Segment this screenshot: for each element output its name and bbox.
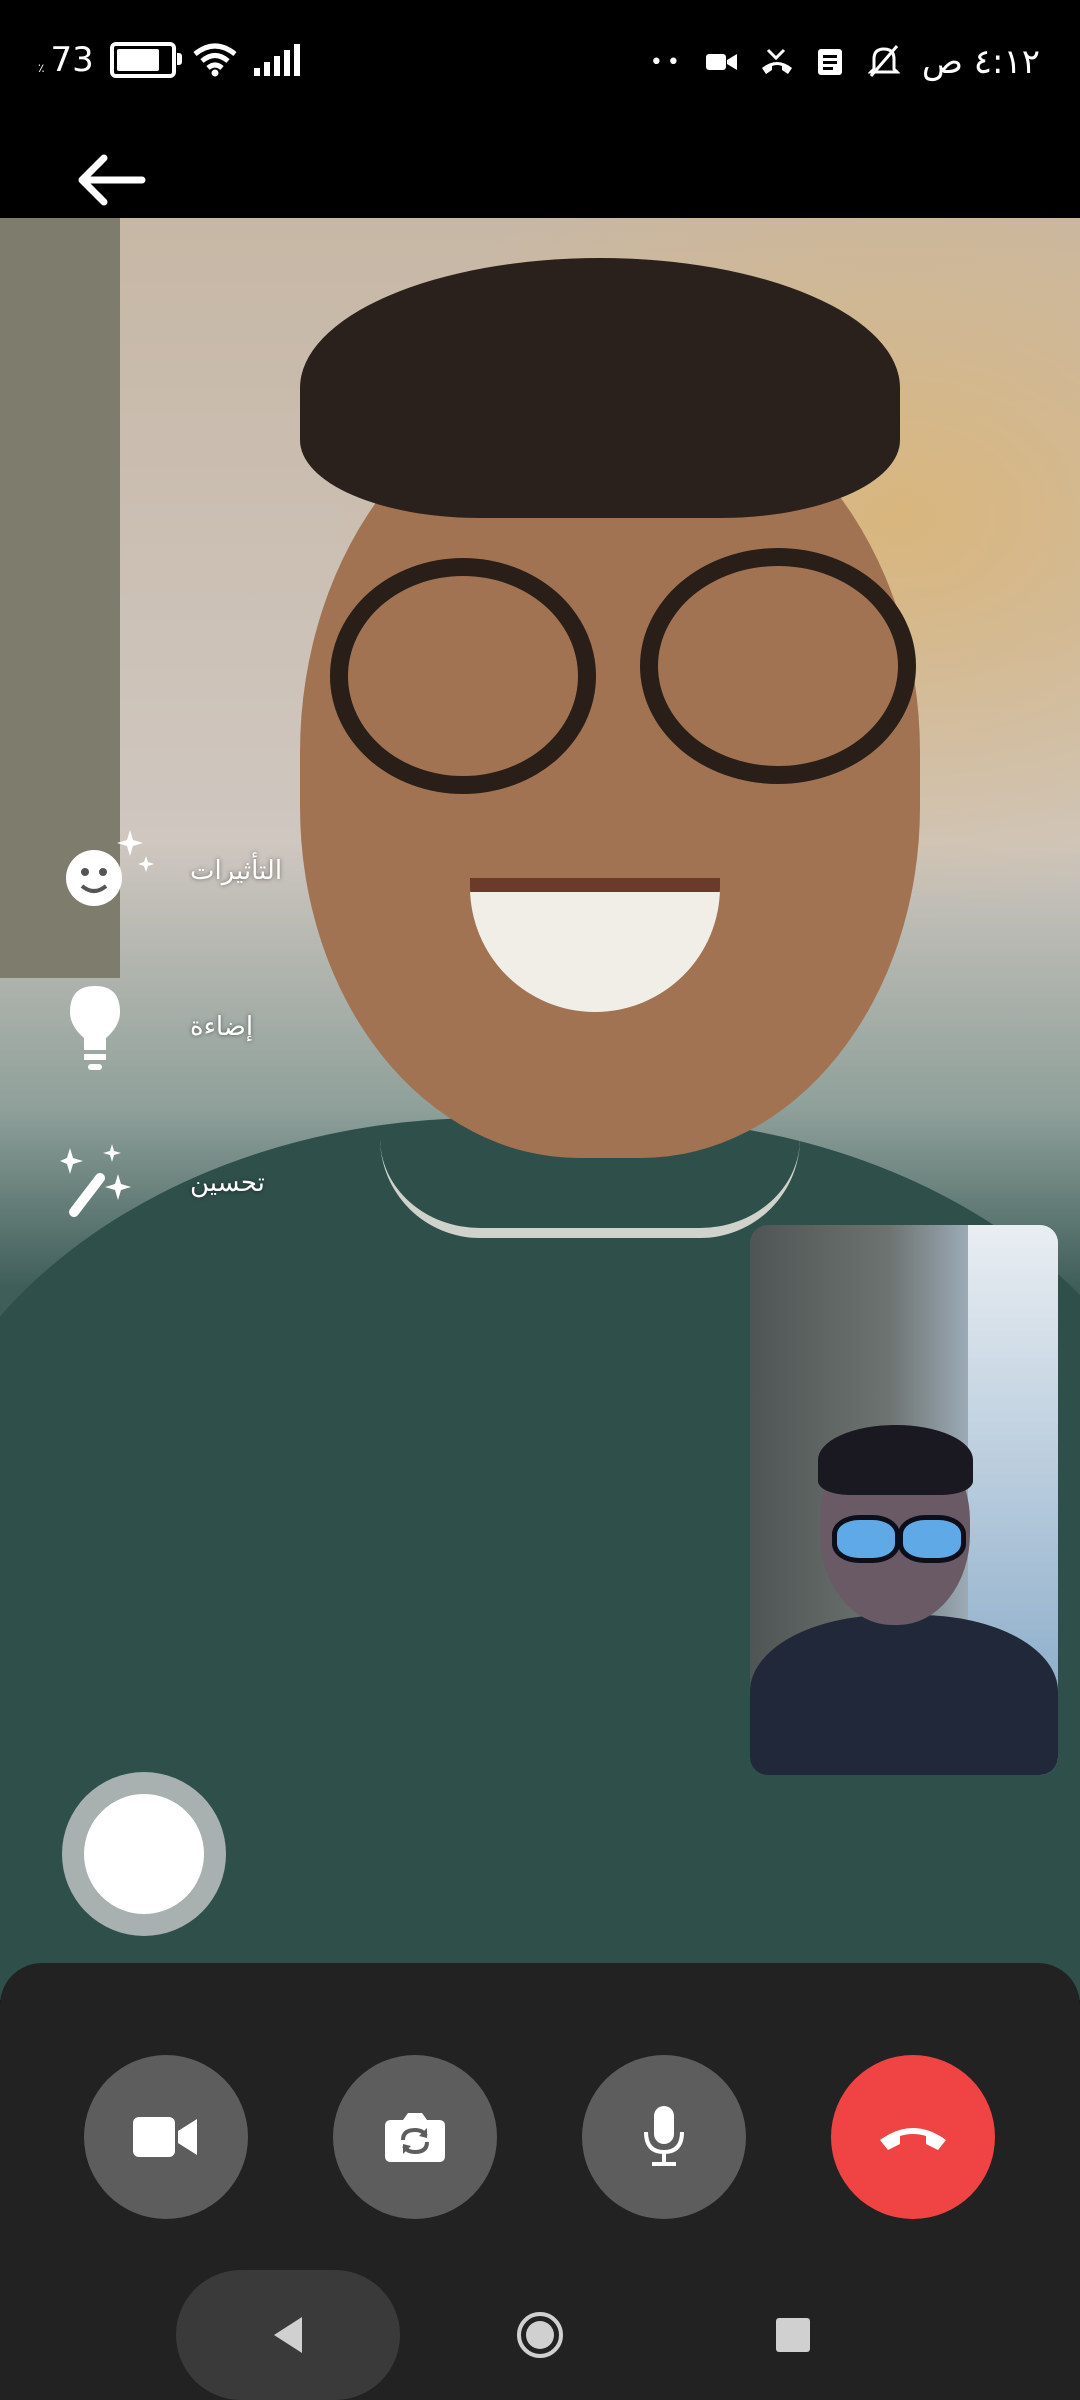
status-dots: •• <box>649 49 684 75</box>
switch-camera-button[interactable] <box>333 2055 497 2219</box>
nav-back-icon <box>274 2317 302 2353</box>
effects-button[interactable]: التأثيرات <box>60 826 320 926</box>
nav-recent-icon[interactable] <box>776 2318 810 2352</box>
battery-level: 73 <box>50 40 94 80</box>
remote-person-glasses-left <box>330 558 596 794</box>
nav-back-button[interactable] <box>176 2270 400 2400</box>
mute-bell-icon <box>867 45 900 77</box>
status-left: ٪ 73 <box>38 40 302 80</box>
effects-label: التأثيرات <box>190 856 283 886</box>
signal-icon <box>253 44 300 76</box>
nav-home-icon[interactable] <box>515 2310 565 2360</box>
missed-call-icon <box>761 48 792 74</box>
wifi-icon <box>193 43 237 77</box>
capture-button-inner <box>84 1794 204 1914</box>
lighting-button[interactable]: إضاءة <box>60 982 320 1082</box>
battery-icon <box>109 42 182 78</box>
self-person-body <box>750 1615 1058 1775</box>
news-icon <box>817 49 842 75</box>
enhance-button[interactable]: تحسين <box>60 1138 320 1238</box>
status-bar: ٪ 73 •• ٤:١٢ ص <box>0 0 1080 130</box>
video-camera-icon <box>133 2117 197 2157</box>
end-call-icon <box>880 2128 946 2150</box>
remote-person-hair <box>300 258 900 518</box>
arrow-back-icon[interactable] <box>70 150 150 210</box>
self-person-glasses-right <box>898 1515 966 1563</box>
end-call-button[interactable] <box>831 2055 995 2219</box>
face-sparkle-icon <box>66 830 154 906</box>
lighting-label: إضاءة <box>190 1012 254 1042</box>
capture-button[interactable] <box>62 1772 226 1936</box>
magic-wand-icon <box>60 1144 131 1217</box>
self-video-preview[interactable] <box>750 1225 1058 1775</box>
self-person-hair <box>818 1425 973 1495</box>
self-person-glasses-left <box>832 1515 900 1563</box>
enhance-label: تحسين <box>190 1168 265 1198</box>
header-bar <box>0 130 1080 218</box>
video-icon <box>705 54 737 70</box>
status-time: ٤:١٢ ص <box>921 42 1040 82</box>
camera-toggle-button[interactable] <box>84 2055 248 2219</box>
microphone-icon <box>644 2106 684 2166</box>
battery-percent-sign: ٪ <box>38 61 45 75</box>
microphone-button[interactable] <box>582 2055 746 2219</box>
status-right: •• ٤:١٢ ص <box>650 42 1040 82</box>
remote-person-glasses-right <box>640 548 916 784</box>
lightbulb-icon <box>70 986 120 1070</box>
camera-switch-icon <box>385 2113 445 2162</box>
